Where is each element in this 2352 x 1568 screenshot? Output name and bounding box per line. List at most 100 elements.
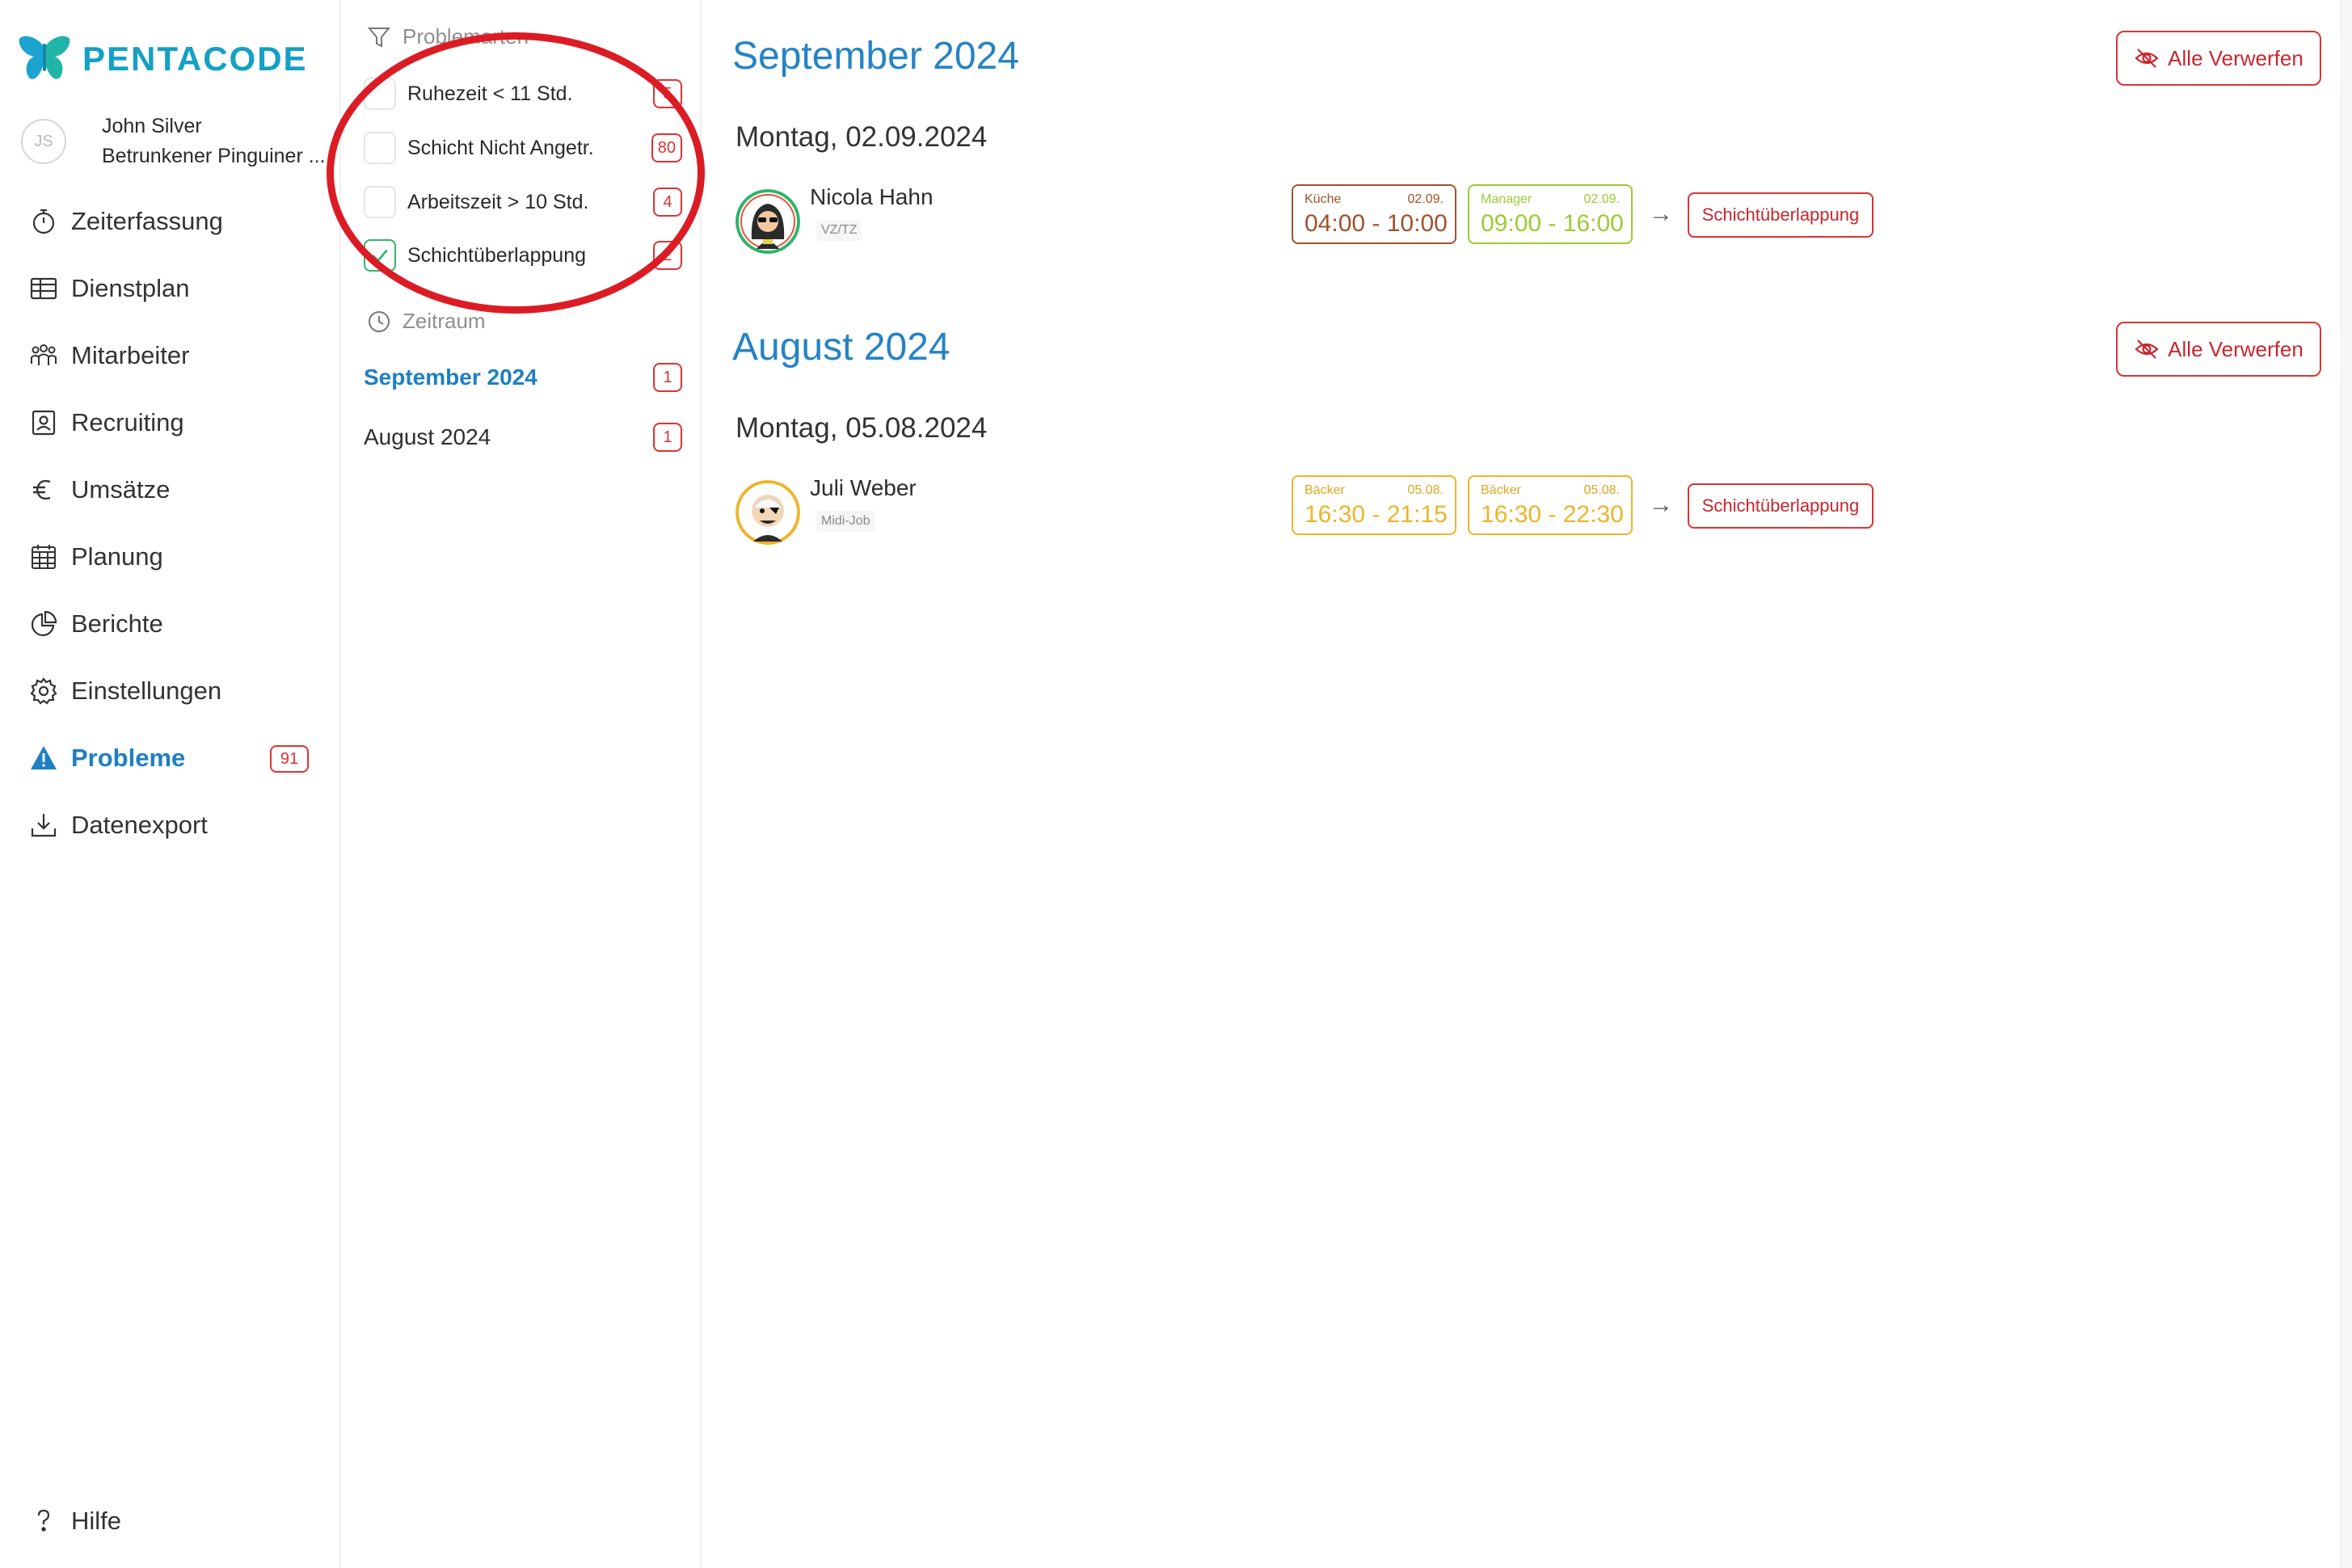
shift-date: 02.09. (1407, 192, 1444, 206)
sidebar: PENTACODE JS John Silver Betrunkener Pin… (0, 0, 339, 1568)
filter-label: Arbeitszeit > 10 Std. (407, 190, 589, 213)
discard-all-button[interactable]: Alle Verwerfen (2116, 31, 2321, 86)
clock-icon (369, 310, 390, 332)
checkbox-checked[interactable] (364, 239, 396, 272)
employee-name[interactable]: Juli Weber (810, 475, 917, 501)
nav-item-berichte[interactable]: Berichte (0, 590, 339, 657)
logo[interactable]: PENTACODE (18, 34, 308, 84)
shift-date: 02.09. (1583, 192, 1620, 206)
nav-label: Berichte (71, 609, 163, 638)
month-heading: September 2024 (732, 35, 1019, 78)
shift-meta: Bäcker 05.08. (1481, 483, 1620, 498)
question-mark-icon (37, 1509, 50, 1532)
help-label: Hilfe (71, 1507, 122, 1535)
discard-all-label: Alle Verwerfen (2168, 45, 2304, 70)
user-text: John Silver Betrunkener Pinguiner ... (102, 115, 326, 168)
problem-types-heading-label: Problemarten (403, 24, 529, 48)
nav-item-planung[interactable]: Planung (0, 523, 339, 590)
user-name: John Silver (102, 115, 202, 137)
nav-item-dienstplan[interactable]: Dienstplan (0, 255, 339, 322)
problem-row: Nicola Hahn VZ/TZ Küche 02.09. 04:00 - 1… (736, 184, 1874, 254)
download-icon (31, 813, 57, 837)
nav-item-einstellungen[interactable]: Einstellungen (0, 657, 339, 724)
checkbox[interactable] (364, 78, 396, 110)
employee-avatar[interactable] (736, 189, 800, 254)
checkbox[interactable] (364, 132, 396, 164)
shift-card[interactable]: Bäcker 05.08. 16:30 - 21:15 (1292, 475, 1456, 535)
people-icon (31, 344, 57, 365)
eye-slash-icon (2135, 339, 2159, 359)
shift-date: 05.08. (1407, 483, 1444, 497)
shift-time: 16:30 - 22:30 (1481, 501, 1624, 528)
employee-avatar[interactable] (736, 480, 800, 545)
nav-item-zeiterfassung[interactable]: Zeiterfassung (0, 188, 339, 255)
shift-card[interactable]: Bäcker 05.08. 16:30 - 22:30 (1468, 475, 1633, 535)
nav-item-probleme[interactable]: Probleme 91 (0, 724, 339, 791)
nav-label: Zeiterfassung (71, 206, 223, 235)
avatar-man-icon (736, 480, 800, 545)
period-heading: Zeitraum (367, 309, 486, 334)
avatar: JS (21, 119, 66, 164)
shift-meta: Manager 02.09. (1481, 192, 1620, 207)
problem-types-heading: Problemarten (367, 24, 529, 49)
filter-arbeitszeit[interactable]: Arbeitszeit > 10 Std. 4 (364, 183, 682, 221)
help-link[interactable]: Hilfe (29, 1507, 121, 1536)
count-badge: 80 (651, 133, 682, 162)
filter-ruhezeit[interactable]: Ruhezeit < 11 Std. 5 (364, 75, 682, 112)
arrow-right-icon: → (1649, 200, 1673, 227)
filter-label: Ruhezeit < 11 Std. (407, 82, 573, 105)
day-heading: Montag, 05.08.2024 (736, 412, 988, 444)
nav-label: Probleme (71, 743, 186, 772)
filter-schicht-nicht-angetr[interactable]: Schicht Nicht Angetr. 80 (364, 129, 682, 166)
filter-panel: Problemarten Ruhezeit < 11 Std. 5 Schich… (339, 0, 702, 1568)
problem-row: Juli Weber Midi-Job Bäcker 05.08. 16:30 … (736, 475, 1874, 545)
gear-icon (30, 677, 57, 705)
period-august-2024[interactable]: August 2024 1 (364, 419, 682, 456)
calendar-icon (32, 544, 56, 569)
euro-icon (33, 479, 51, 499)
shift-time: 09:00 - 16:00 (1481, 210, 1624, 237)
shift-role: Küche (1305, 192, 1342, 206)
nav-item-umsaetze[interactable]: Umsätze (0, 456, 339, 523)
nav-label: Recruiting (71, 407, 184, 436)
count-badge: 1 (653, 363, 682, 392)
eye-slash-icon (2135, 48, 2159, 68)
user-organization: Betrunkener Pinguiner ... (102, 145, 326, 167)
nav-item-recruiting[interactable]: Recruiting (0, 389, 339, 456)
pie-chart-icon (32, 610, 57, 636)
logo-text: PENTACODE (82, 40, 308, 78)
shift-card[interactable]: Manager 02.09. 09:00 - 16:00 (1468, 184, 1633, 244)
count-badge: 5 (653, 79, 682, 108)
period-september-2024[interactable]: September 2024 1 (364, 359, 682, 396)
count-badge: 2 (653, 241, 682, 270)
checkmark-icon (372, 249, 388, 263)
period-heading-label: Zeitraum (403, 309, 486, 333)
table-icon (30, 277, 57, 299)
shift-card[interactable]: Küche 02.09. 04:00 - 10:00 (1292, 184, 1456, 244)
day-heading: Montag, 02.09.2024 (736, 121, 988, 153)
nav-item-mitarbeiter[interactable]: Mitarbeiter (0, 322, 339, 389)
main-navigation: Zeiterfassung Dienstplan Mitarbeiter Rec… (0, 188, 339, 858)
problem-type-button[interactable]: Schichtüberlappung (1688, 483, 1874, 529)
nav-label: Datenexport (71, 810, 208, 839)
problem-type-button[interactable]: Schichtüberlappung (1688, 192, 1874, 238)
month-heading: August 2024 (732, 326, 950, 369)
employment-type-tag: Midi-Job (816, 511, 875, 532)
period-label: August 2024 (364, 424, 491, 449)
nav-label: Einstellungen (71, 676, 222, 705)
user-profile[interactable]: JS John Silver Betrunkener Pinguiner ... (21, 115, 326, 168)
employee-name[interactable]: Nicola Hahn (810, 184, 934, 210)
discard-all-button[interactable]: Alle Verwerfen (2116, 322, 2321, 377)
count-badge: 4 (653, 188, 682, 217)
period-label: September 2024 (364, 365, 537, 390)
shift-date: 05.08. (1583, 483, 1620, 497)
shift-meta: Bäcker 05.08. (1305, 483, 1444, 498)
nav-item-datenexport[interactable]: Datenexport (0, 791, 339, 858)
arrow-right-icon: → (1649, 491, 1673, 518)
avatar-woman-icon (736, 189, 800, 254)
problem-count-badge: 91 (270, 745, 309, 773)
nav-label: Planung (71, 542, 163, 571)
filter-schichtueberlappung[interactable]: Schichtüberlappung 2 (364, 237, 682, 274)
scrollbar[interactable] (2341, 0, 2352, 1568)
checkbox[interactable] (364, 186, 396, 218)
